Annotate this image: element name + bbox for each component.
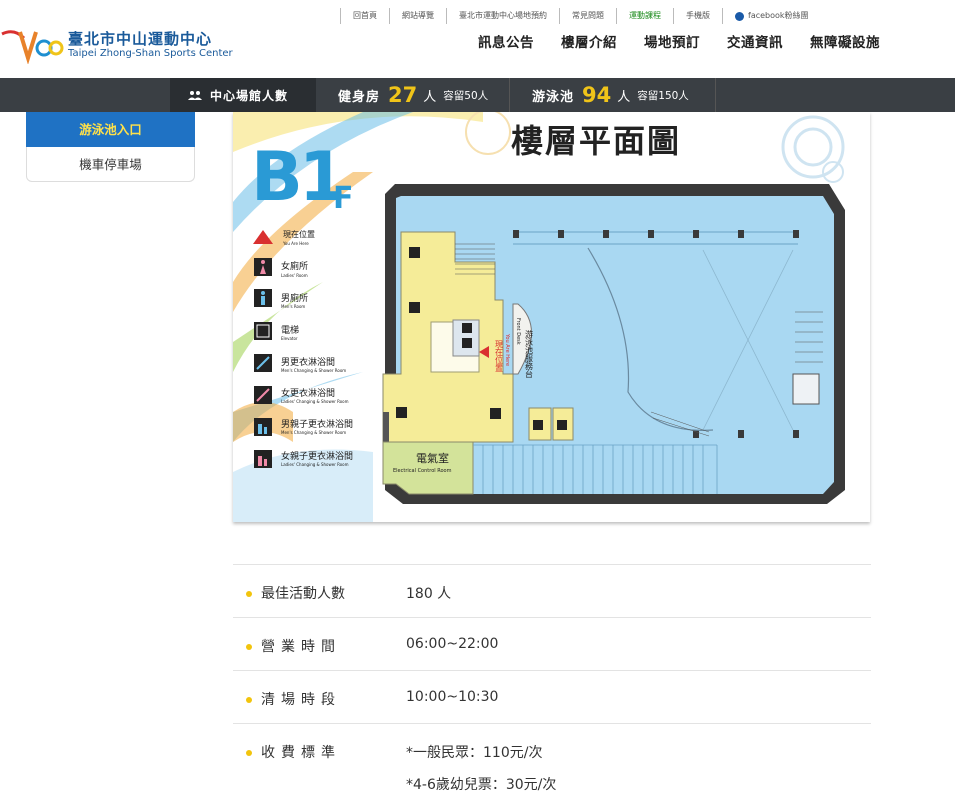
floor-map-title: 樓層平面圖 xyxy=(511,122,681,160)
info-row-clearing: 清場時段 10:00~10:30 xyxy=(233,670,871,723)
info-row-fees: 收費標準 *一般民眾：110元/次 *4-6歲幼兒票：30元/次 xyxy=(233,723,871,800)
you-are-here-en: You Are Here xyxy=(504,333,510,366)
info-value-capacity: 180 人 xyxy=(406,586,452,602)
top-link-facebook-label: facebook粉絲團 xyxy=(748,11,809,20)
nav-accessibility[interactable]: 無障礙設施 xyxy=(810,31,880,51)
sidebar-item-pool-entrance[interactable]: 游泳池入口 xyxy=(26,112,195,147)
nav-transport[interactable]: 交通資訊 xyxy=(727,31,783,51)
nav-booking[interactable]: 場地預訂 xyxy=(644,31,700,51)
legend-mens-en: Men's Room xyxy=(281,304,305,309)
info-label-clearing: 清場時段 xyxy=(261,692,341,708)
pool-count: 94 xyxy=(582,83,612,107)
info-value-hours: 06:00~22:00 xyxy=(406,636,499,652)
occupancy-bar: 中心場館人數 健身房 27 人 容留50人 游泳池 94 人 容留150人 xyxy=(0,78,955,112)
gym-capacity: 容留50人 xyxy=(443,89,489,102)
gym-unit: 人 xyxy=(423,89,437,105)
facility-info: 最佳活動人數 180 人 營業時間 06:00~22:00 清場時段 10:00… xyxy=(233,564,871,800)
legend-ladies-changing-zh: 女更衣淋浴間 xyxy=(281,387,335,399)
info-value-fee-child: *4-6歲幼兒票：30元/次 xyxy=(406,777,557,793)
top-link-faq[interactable]: 常見問題 xyxy=(559,8,616,24)
info-row-hours: 營業時間 06:00~22:00 xyxy=(233,617,871,670)
bullet-dot xyxy=(246,750,252,756)
nav-news[interactable]: 訊息公告 xyxy=(478,31,534,51)
site-logo[interactable]: 臺北市中山運動中心 Taipei Zhong-Shan Sports Cente… xyxy=(0,24,233,68)
legend-ladies-en: Ladies' Room xyxy=(281,273,308,278)
logo-subtitle: Taipei Zhong-Shan Sports Center xyxy=(68,48,233,59)
info-label-fees: 收費標準 xyxy=(261,745,341,761)
info-label-capacity: 最佳活動人數 xyxy=(261,586,345,602)
center-occupancy-label: 中心場館人數 xyxy=(170,78,316,112)
front-desk-label: Front Desk xyxy=(515,318,521,345)
floor-suffix: F xyxy=(333,181,354,216)
legend-mens-family-zh: 男親子更衣淋浴間 xyxy=(281,418,353,430)
top-links: 回首頁 網站導覽 臺北市運動中心場地預約 常見問題 運動課程 手機版 faceb… xyxy=(340,8,821,24)
legend-mens-changing-en: Men's Changing & Shower Room xyxy=(281,368,346,373)
logo-title: 臺北市中山運動中心 xyxy=(68,30,213,48)
legend-elevator-zh: 電梯 xyxy=(281,324,299,336)
pool-occupancy: 游泳池 94 人 容留150人 xyxy=(510,78,716,112)
legend-mens-zh: 男廁所 xyxy=(281,292,308,304)
bullet-dot xyxy=(246,644,252,650)
electrical-room-zh: 電氣室 xyxy=(416,451,449,465)
nav-floors[interactable]: 樓層介紹 xyxy=(561,31,617,51)
site-header: 臺北市中山運動中心 Taipei Zhong-Shan Sports Cente… xyxy=(0,0,955,78)
top-link-sitemap[interactable]: 網站導覽 xyxy=(389,8,446,24)
legend-here-en: You Are Here xyxy=(282,241,309,246)
bullet-dot xyxy=(246,697,252,703)
floor-sidebar: 游泳池入口 機車停車場 xyxy=(26,112,195,182)
bullet-dot xyxy=(246,591,252,597)
info-row-capacity: 最佳活動人數 180 人 xyxy=(233,564,871,617)
you-are-here-zh: 現在位置 xyxy=(495,340,504,372)
top-link-home[interactable]: 回首頁 xyxy=(340,8,389,24)
legend-ladies-family-en: Ladies' Changing & Shower Room xyxy=(281,462,349,467)
facebook-icon xyxy=(735,11,744,21)
legend-mens-family-en: Men's Changing & Shower Room xyxy=(281,430,346,435)
gym-name: 健身房 xyxy=(338,89,381,105)
people-icon xyxy=(188,91,202,100)
top-link-booking[interactable]: 臺北市運動中心場地預約 xyxy=(446,8,559,24)
legend-ladies-zh: 女廁所 xyxy=(281,260,308,272)
floor-label: B1 xyxy=(251,138,342,217)
center-label-text: 中心場館人數 xyxy=(210,88,289,103)
legend-elevator-en: Elevator xyxy=(281,336,298,341)
legend-ladies-changing-en: Ladies' Changing & Shower Room xyxy=(281,399,349,404)
electrical-room-en: Electrical Control Room xyxy=(393,468,452,474)
pool-unit: 人 xyxy=(617,89,631,105)
info-value-fee-general: *一般民眾：110元/次 xyxy=(406,745,543,761)
floor-map-image: B1 F 樓層平面圖 現在位置 You Are Here 女廁所 Ladies'… xyxy=(233,112,870,522)
service-desk-label: 游泳池服務台 xyxy=(525,329,534,379)
floor-map-graphic: B1 F 樓層平面圖 現在位置 You Are Here 女廁所 Ladies'… xyxy=(233,112,845,522)
gym-count: 27 xyxy=(388,83,418,107)
logo-mark-icon xyxy=(1,30,64,64)
top-link-mobile[interactable]: 手機版 xyxy=(673,8,722,24)
info-label-hours: 營業時間 xyxy=(261,639,341,655)
top-link-facebook[interactable]: facebook粉絲團 xyxy=(722,8,821,24)
gym-occupancy: 健身房 27 人 容留50人 xyxy=(316,78,510,112)
top-link-courses[interactable]: 運動課程 xyxy=(616,8,673,24)
info-value-clearing: 10:00~10:30 xyxy=(406,689,499,705)
legend-mens-changing-zh: 男更衣淋浴間 xyxy=(281,356,335,368)
sidebar-item-motorcycle-parking[interactable]: 機車停車場 xyxy=(26,147,195,182)
legend-here-zh: 現在位置 xyxy=(283,229,315,239)
pool-capacity: 容留150人 xyxy=(637,89,689,102)
legend-ladies-family-zh: 女親子更衣淋浴間 xyxy=(281,450,353,462)
main-nav: 訊息公告 樓層介紹 場地預訂 交通資訊 無障礙設施 xyxy=(478,31,907,51)
pool-name: 游泳池 xyxy=(532,89,575,105)
